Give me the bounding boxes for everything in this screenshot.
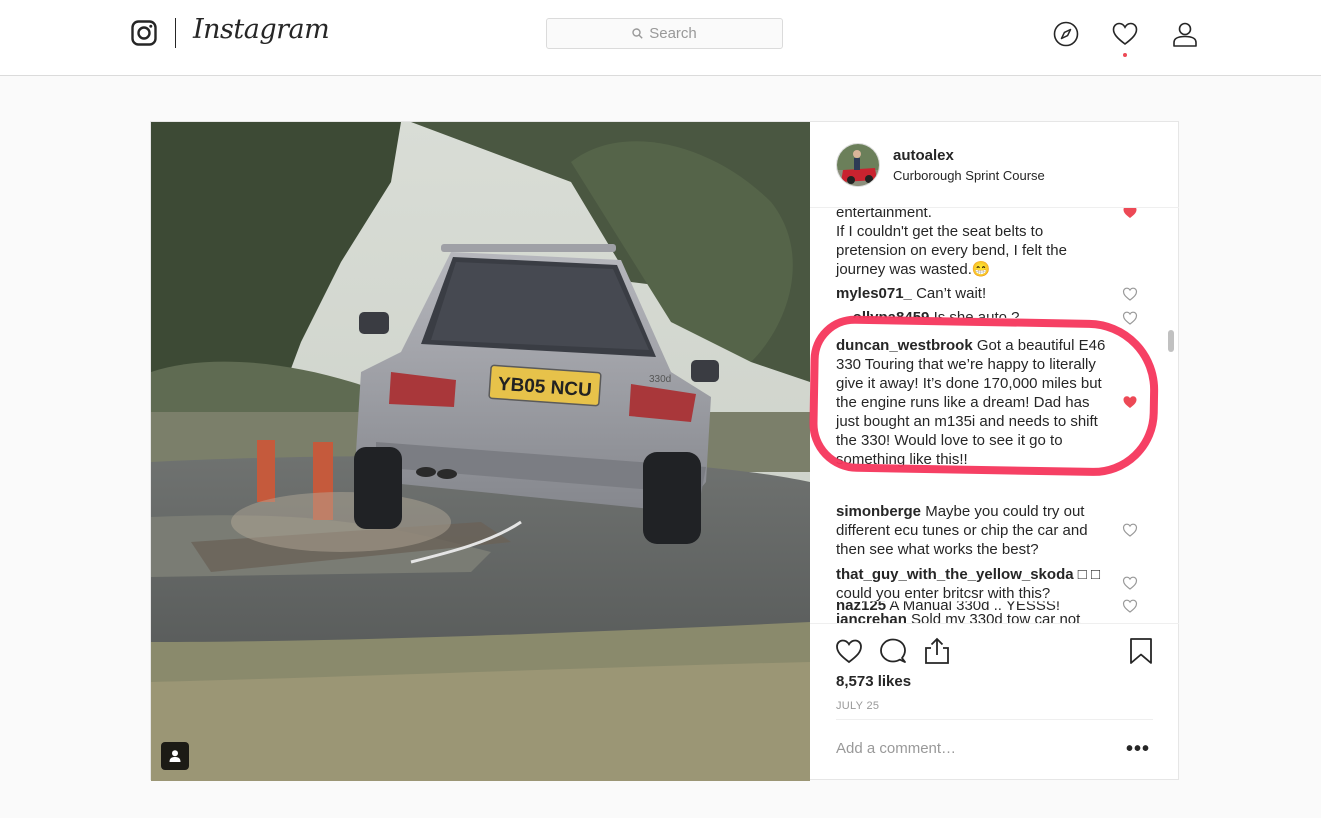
like-comment-heart-icon[interactable]: [1122, 286, 1138, 302]
model-badge: 330d: [649, 374, 671, 385]
likes-count[interactable]: 8,573 likes: [836, 673, 911, 690]
comment-author[interactable]: myles071_: [836, 285, 912, 302]
comment-text: Got a beautiful E46 330 Touring that we’…: [836, 337, 1106, 468]
add-comment-input[interactable]: [836, 740, 1096, 757]
avatar-image: [837, 144, 879, 186]
list-item: __ollypa8459 Is she auto ?: [836, 308, 1116, 326]
tag-person-icon: [169, 750, 181, 762]
more-options-icon[interactable]: •••: [1126, 738, 1150, 761]
list-item: entertainment.: [836, 208, 1116, 222]
list-item: duncan_westbrook Got a beautiful E46 330…: [836, 336, 1116, 469]
tag-person-button[interactable]: [161, 742, 189, 770]
search-placeholder: Search: [649, 25, 697, 42]
instagram-glyph-icon[interactable]: [131, 20, 157, 46]
comments-list[interactable]: entertainment. If I couldn't get the sea…: [810, 208, 1179, 623]
search-icon: [632, 28, 643, 39]
like-comment-heart-icon[interactable]: [1122, 598, 1138, 614]
list-item: naz125 A Manual 330d .. YESSS!: [836, 597, 1116, 615]
post-actions: 8,573 likes JULY 25 •••: [810, 623, 1179, 781]
post-username[interactable]: autoalex: [893, 147, 954, 164]
like-heart-icon[interactable]: [834, 636, 864, 666]
top-nav: Instagram Search: [0, 0, 1321, 76]
like-comment-heart-icon[interactable]: [1122, 310, 1138, 326]
bookmark-icon[interactable]: [1126, 636, 1156, 666]
explore-compass-icon[interactable]: [1052, 20, 1080, 48]
search-input[interactable]: Search: [546, 18, 783, 49]
post-sidebar: autoalex Curborough Sprint Course entert…: [808, 122, 1179, 781]
list-item: If I couldn't get the seat belts to pret…: [836, 222, 1116, 279]
comment-text: Is she auto ?: [933, 309, 1020, 326]
add-comment-section: •••: [836, 719, 1153, 782]
comment-author[interactable]: naz125: [836, 601, 886, 614]
share-icon[interactable]: [922, 636, 952, 666]
avatar[interactable]: [836, 143, 880, 187]
comment-text: entertainment.: [836, 208, 932, 221]
comment-bubble-icon[interactable]: [878, 636, 908, 666]
post-location[interactable]: Curborough Sprint Course: [893, 168, 1045, 183]
post-photo[interactable]: YB05 NCU 330d: [151, 122, 810, 781]
post-date[interactable]: JULY 25: [836, 700, 879, 712]
comment-author[interactable]: duncan_westbrook: [836, 337, 973, 354]
logo-divider: [175, 18, 176, 48]
instagram-wordmark[interactable]: Instagram: [193, 14, 330, 45]
comment-author[interactable]: __ollypa8459: [836, 309, 929, 318]
list-item: myles071_ Can’t wait!: [836, 284, 1116, 303]
comment-text: If I couldn't get the seat belts to pret…: [836, 223, 1067, 278]
comment-text: Can’t wait!: [916, 285, 987, 302]
liked-heart-icon[interactable]: [1122, 208, 1138, 220]
notification-dot: [1123, 53, 1127, 57]
liked-heart-icon[interactable]: [1122, 394, 1138, 410]
profile-icon[interactable]: [1171, 20, 1199, 48]
car-photo-illustration: YB05 NCU 330d: [151, 122, 810, 781]
activity-heart-icon[interactable]: [1111, 20, 1139, 48]
comment-text: A Manual 330d .. YESSS!: [889, 597, 1061, 614]
post-card: YB05 NCU 330d autoalex Curborough Sprint…: [150, 121, 1179, 781]
post-header: autoalex Curborough Sprint Course: [810, 122, 1179, 208]
